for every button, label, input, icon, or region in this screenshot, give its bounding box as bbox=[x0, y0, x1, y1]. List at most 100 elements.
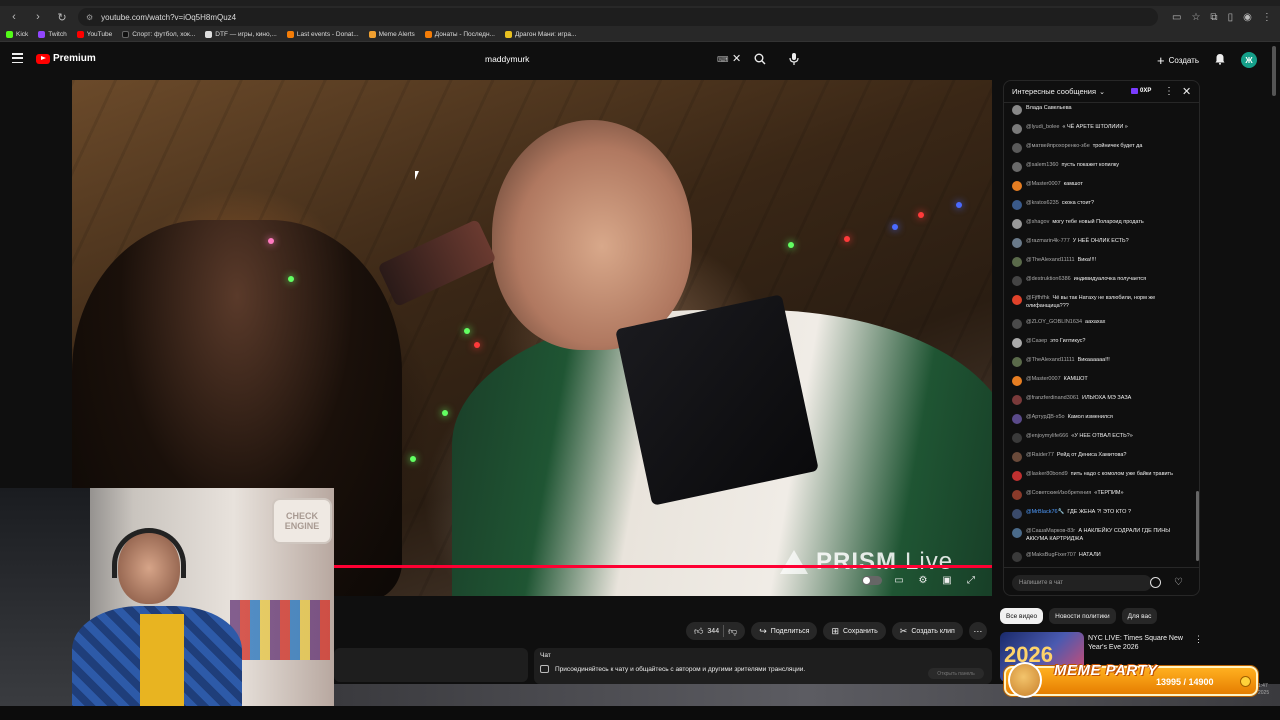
chat-message[interactable]: @razmarin4k-777 У НЕЁ ОНЛИК ЕСТЬ? bbox=[1012, 237, 1192, 248]
more-options-icon[interactable]: ⋮ bbox=[1164, 86, 1174, 97]
chat-author[interactable]: @Master0007 bbox=[1026, 181, 1061, 187]
chat-author[interactable]: @СоветскиеИзобретения bbox=[1026, 490, 1091, 496]
chat-message[interactable]: @СашаМарков-83г А НАКЛЕЙКУ СОДРАЛИ ГДЕ ПИ… bbox=[1012, 527, 1192, 543]
reload-icon[interactable]: ↻ bbox=[54, 9, 70, 25]
chat-message[interactable]: @enjoymylife666 «У НЕЕ ОТВАЛ ЕСТЬ?» bbox=[1012, 432, 1192, 443]
chat-avatar[interactable] bbox=[1012, 471, 1022, 481]
bookmark-item[interactable]: DTF — игры, кино,... bbox=[205, 31, 277, 38]
account-avatar[interactable]: Ж bbox=[1241, 52, 1257, 68]
create-button[interactable]: + Создать bbox=[1150, 51, 1206, 69]
chat-avatar[interactable] bbox=[1012, 276, 1022, 286]
chat-avatar[interactable] bbox=[1012, 552, 1022, 562]
close-chat-icon[interactable]: ✕ bbox=[1182, 85, 1191, 98]
menu-icon[interactable]: ⋮ bbox=[1262, 12, 1272, 23]
chat-author[interactable]: @матвейпрохоренко-з6е bbox=[1026, 143, 1090, 149]
chat-message[interactable]: @СоветскиеИзобретения «ТЕРПИМ» bbox=[1012, 489, 1192, 500]
chat-author[interactable]: @Fjffhfhk bbox=[1026, 295, 1050, 301]
chat-message[interactable]: @MrBlack76🔧 ГДЕ ЖЕНА ?! ЭТО КТО ? bbox=[1012, 508, 1192, 519]
chat-message[interactable]: @destruktion6386 индивидуалочка получаетс… bbox=[1012, 275, 1192, 286]
more-actions-icon[interactable]: ⋯ bbox=[968, 622, 987, 640]
description-box[interactable] bbox=[334, 648, 528, 682]
like-dislike-button[interactable]: 👍︎ 344 👎︎ bbox=[686, 622, 746, 640]
chat-message[interactable]: @TheAlexand11111 Викаааааа!!! bbox=[1012, 356, 1192, 367]
chat-author[interactable]: @TheAlexand11111 bbox=[1026, 257, 1075, 263]
chat-message[interactable]: @TheAlexand11111 Вика!!!! bbox=[1012, 256, 1192, 267]
chat-avatar[interactable] bbox=[1012, 490, 1022, 500]
chat-message[interactable]: @матвейпрохоренко-з6е тройничек будет да bbox=[1012, 142, 1192, 153]
chat-author[interactable]: @franzferdinand3061 bbox=[1026, 395, 1079, 401]
site-info-icon[interactable]: ⚙ bbox=[86, 13, 93, 22]
chat-message[interactable]: @lyudi_bolee « ЧЁ АРЕТЕ ШТОЛИИИ » bbox=[1012, 123, 1192, 134]
chat-author[interactable]: @СашаМарков-83г bbox=[1026, 528, 1075, 534]
chat-avatar[interactable] bbox=[1012, 162, 1022, 172]
bookmark-item[interactable]: Last events - Donat... bbox=[286, 31, 359, 38]
address-bar[interactable]: ⚙ youtube.com/watch?v=iOq5H8mQuz4 bbox=[78, 8, 1158, 26]
subtitles-icon[interactable]: ▭ bbox=[892, 574, 906, 586]
clear-search-icon[interactable]: ✕ bbox=[732, 52, 741, 65]
chevron-down-icon[interactable]: ⌄ bbox=[1099, 88, 1105, 96]
keyboard-icon[interactable]: ⌨ bbox=[717, 55, 729, 64]
chat-avatar[interactable] bbox=[1012, 181, 1022, 191]
chat-avatar[interactable] bbox=[1012, 528, 1022, 538]
bookmark-item[interactable]: Драгон Мани: игра... bbox=[504, 31, 576, 38]
chat-author[interactable]: @Сазер bbox=[1026, 338, 1047, 344]
chat-avatar[interactable] bbox=[1012, 257, 1022, 267]
chat-avatar[interactable] bbox=[1012, 219, 1022, 229]
bookmark-star-icon[interactable]: ☆ bbox=[1191, 12, 1200, 23]
chat-author[interactable]: @razmarin4k-777 bbox=[1026, 238, 1070, 244]
chat-author[interactable]: @MrBlack76🔧 bbox=[1026, 509, 1064, 515]
video-progress-bar[interactable] bbox=[334, 565, 992, 568]
chat-avatar[interactable] bbox=[1012, 433, 1022, 443]
bookmark-item[interactable]: Twitch bbox=[38, 31, 67, 38]
chat-author[interactable]: @lasker80bond9 bbox=[1026, 471, 1068, 477]
chat-author[interactable]: @shagov bbox=[1026, 219, 1049, 225]
back-icon[interactable]: ‹ bbox=[6, 9, 22, 25]
open-panel-button[interactable]: Открыть панель bbox=[928, 668, 984, 679]
chat-author[interactable]: @kratos6235 bbox=[1026, 200, 1059, 206]
recommendation-more-icon[interactable]: ⋮ bbox=[1194, 634, 1203, 645]
settings-gear-icon[interactable]: ⚙ bbox=[916, 574, 930, 586]
search-icon[interactable] bbox=[754, 53, 766, 65]
bookmark-item[interactable]: Донаты - Последн... bbox=[424, 31, 495, 38]
chat-avatar[interactable] bbox=[1012, 200, 1022, 210]
chat-message[interactable]: @Master0007 КАМШОТ bbox=[1012, 375, 1192, 386]
chat-message[interactable]: @Fjffhfhk Чё вы так Натаху не взлюбили, н… bbox=[1012, 294, 1192, 310]
chat-author[interactable]: @ZLOY_GOBLIN1634 bbox=[1026, 319, 1082, 325]
chat-message[interactable]: @АртурДВ-х5о Камол изменился bbox=[1012, 413, 1192, 424]
chat-avatar[interactable] bbox=[1012, 395, 1022, 405]
forward-icon[interactable]: › bbox=[30, 9, 46, 25]
recommendation-title[interactable]: NYC LIVE: Times Square New Year's Eve 20… bbox=[1088, 634, 1188, 652]
chat-avatar[interactable] bbox=[1012, 295, 1022, 305]
chat-avatar[interactable] bbox=[1012, 414, 1022, 424]
share-button[interactable]: ↪ Поделиться bbox=[751, 622, 818, 640]
chat-author[interactable]: @destruktion6386 bbox=[1026, 276, 1071, 282]
chat-author[interactable]: @TheAlexand11111 bbox=[1026, 357, 1075, 363]
chat-author[interactable]: @enjoymylife666 bbox=[1026, 433, 1068, 439]
chat-input[interactable]: Напишите в чат bbox=[1012, 574, 1152, 591]
chat-message[interactable]: @Raider77 Рейд от Дениса Хамитова? bbox=[1012, 451, 1192, 462]
chat-message[interactable]: @Master0007 камшот bbox=[1012, 180, 1192, 191]
chat-author[interactable]: @lyudi_bolee bbox=[1026, 124, 1059, 130]
chat-message[interactable]: @MaksBugFixer707 НАТАЛИ bbox=[1012, 551, 1192, 562]
chip-political-news[interactable]: Новости политики bbox=[1049, 608, 1116, 624]
chip-all-videos[interactable]: Все видео bbox=[1000, 608, 1044, 624]
chat-author[interactable]: @Raider77 bbox=[1026, 452, 1054, 458]
search-input[interactable]: maddymurk bbox=[478, 50, 746, 68]
chat-author[interactable]: @АртурДВ-х5о bbox=[1026, 414, 1065, 420]
notifications-bell-icon[interactable] bbox=[1214, 53, 1226, 65]
chat-author[interactable]: @Master0007 bbox=[1026, 376, 1061, 382]
chat-avatar[interactable] bbox=[1012, 105, 1022, 115]
chat-avatar[interactable] bbox=[1012, 452, 1022, 462]
chip-for-you[interactable]: Для вас bbox=[1121, 608, 1158, 624]
chat-message[interactable]: @shagov могу тебе новый Полароид продать bbox=[1012, 218, 1192, 229]
chat-avatar[interactable] bbox=[1012, 143, 1022, 153]
autoplay-toggle[interactable] bbox=[862, 575, 882, 585]
chat-message[interactable]: @Сазер это Гилтикус? bbox=[1012, 337, 1192, 348]
cast-icon[interactable]: ▭ bbox=[1172, 12, 1181, 23]
bookmark-item[interactable]: Kick bbox=[6, 31, 28, 38]
bookmark-item[interactable]: Спорт: футбол, хок... bbox=[122, 31, 195, 38]
chat-message[interactable]: Влада Савельева bbox=[1012, 104, 1192, 115]
miniplayer-icon[interactable]: ▣ bbox=[940, 574, 954, 586]
chat-message[interactable]: @kratos6235 скока стоит? bbox=[1012, 199, 1192, 210]
xp-badge[interactable]: 0XP bbox=[1131, 88, 1151, 94]
